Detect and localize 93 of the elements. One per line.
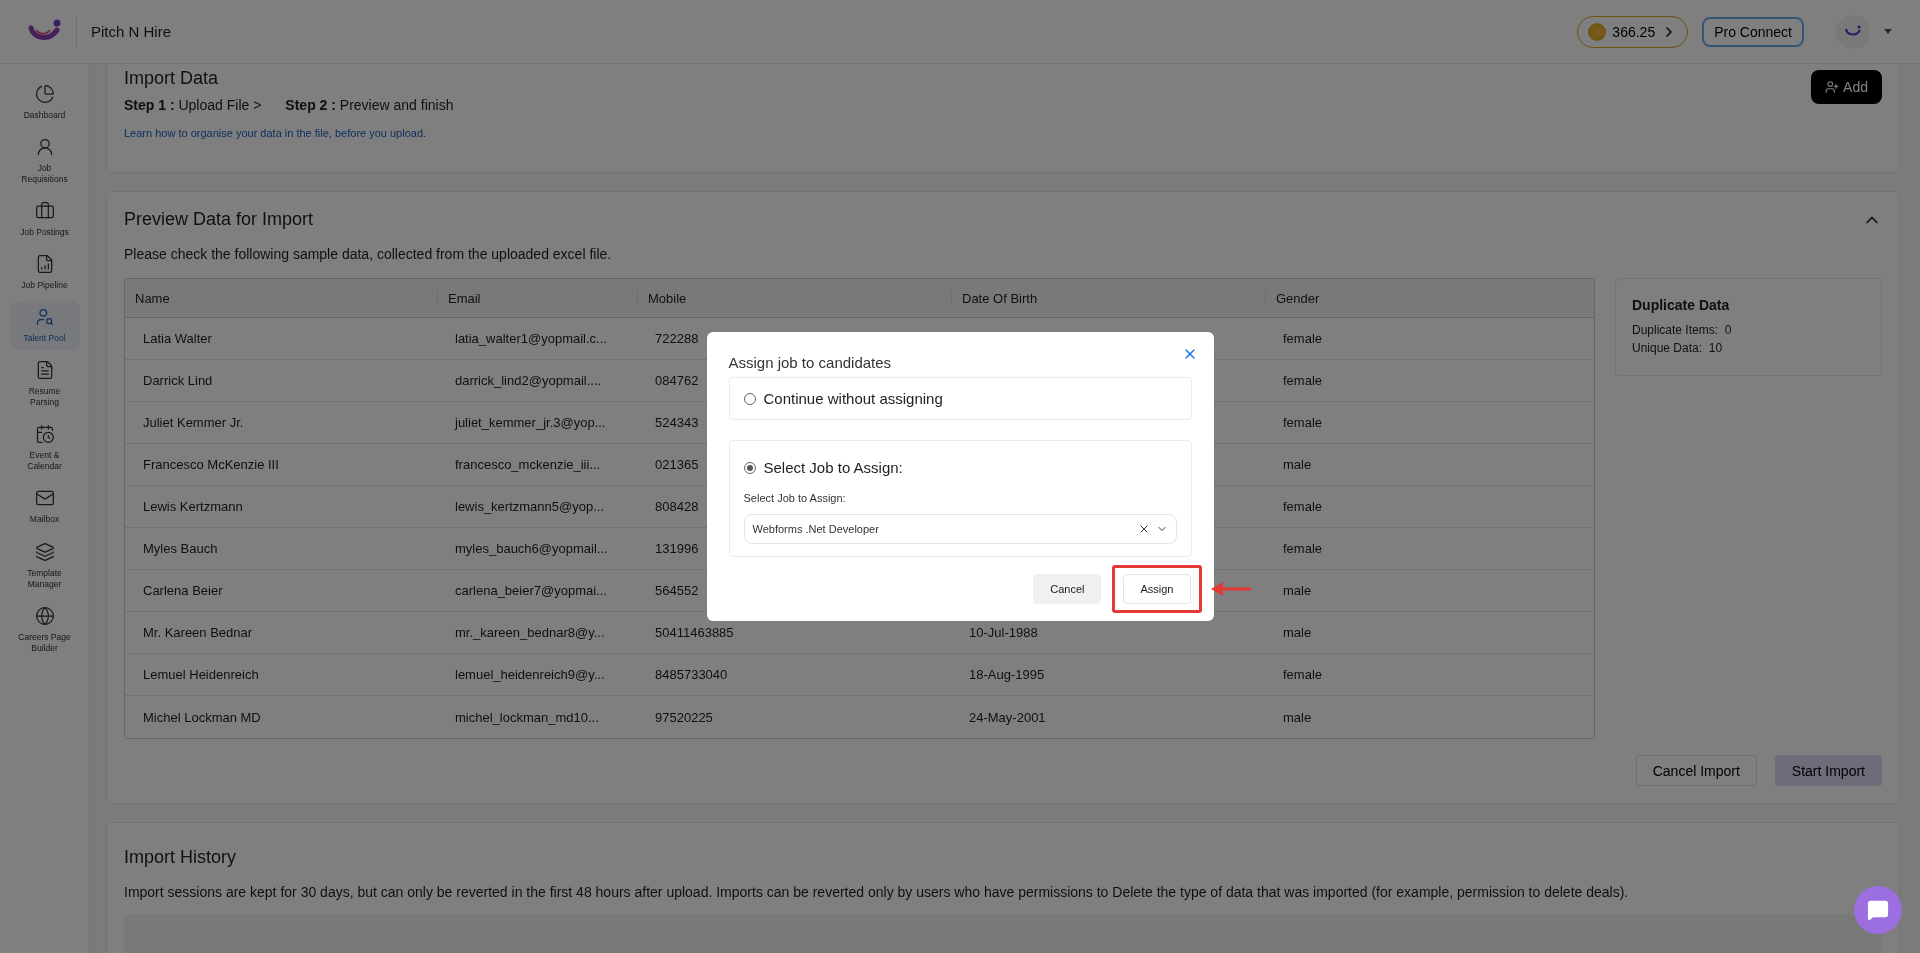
assign-button[interactable]: Assign	[1123, 574, 1191, 604]
table-cell: 50411463885	[655, 625, 734, 640]
sidebar-item[interactable]: Careers Page Builder	[9, 599, 80, 660]
table-cell: Latia Walter	[143, 331, 212, 346]
start-button[interactable]: Start Import	[1774, 755, 1882, 786]
table-cell: michel_lockman_md10...	[455, 709, 599, 725]
stat-line: Unique Data: 10	[1632, 340, 1724, 357]
description: Please check the following sample data, collected from the uploaded excel file.	[124, 246, 613, 262]
table-cell: Lemuel Heidenreich	[143, 667, 259, 682]
option-label: Select Job to Assign:	[763, 459, 903, 476]
table-cell: 021365	[655, 457, 699, 472]
table-cell: male	[1283, 625, 1312, 640]
table-cell: Myles Bauch	[143, 541, 218, 556]
table-cell: Francesco McKenzie III	[143, 457, 279, 472]
column-header: Date Of Birth	[951, 290, 1265, 306]
step-label: Step 1 : Upload File >	[124, 97, 262, 113]
step-label: Step 2 : Preview and finish	[285, 97, 454, 113]
table-cell: female	[1283, 667, 1323, 682]
table-cell: male	[1283, 583, 1312, 598]
table-cell: female	[1283, 499, 1323, 514]
table-cell: Michel Lockman MD	[143, 709, 261, 725]
user-search-icon	[34, 307, 55, 328]
table-cell: 8485733040	[655, 667, 728, 682]
avatar[interactable]	[1836, 14, 1870, 49]
add-button[interactable]: Add	[1811, 70, 1882, 104]
pro-connect-button[interactable]: Pro Connect	[1702, 16, 1804, 47]
sidebar-item[interactable]: Job Pipeline	[9, 248, 80, 298]
sidebar-item[interactable]: Mailbox	[9, 482, 80, 532]
table-cell: 722288	[655, 331, 699, 346]
sidebar-item[interactable]: Dashboard	[9, 78, 80, 128]
table-cell: Lewis Kertzmann	[143, 499, 243, 514]
globe-icon	[34, 605, 55, 626]
table-cell: 084762	[655, 373, 699, 388]
sidebar-item[interactable]: Resume Parsing	[9, 354, 80, 415]
column-header: Email	[437, 290, 637, 306]
column-header: Name	[134, 290, 171, 306]
table-cell: 808428	[655, 499, 699, 514]
table-cell: carlena_beier7@yopmai...	[455, 583, 607, 598]
table-cell: Juliet Kemmer Jr.	[143, 415, 244, 430]
sidebar-item[interactable]: Job Postings	[9, 195, 80, 245]
table-cell: lemuel_heidenreich9@y...	[455, 667, 605, 682]
table-cell: myles_bauch6@yopmail...	[455, 541, 608, 556]
table-cell: Carlena Beier	[143, 583, 223, 598]
help-link[interactable]: Learn how to organise your data in the file, before you upload.	[124, 127, 427, 139]
section-title: Preview Data for Import	[124, 209, 314, 230]
sidebar-item[interactable]: Event & Calendar	[9, 418, 80, 479]
sidebar-item[interactable]: Template Manager	[9, 535, 80, 596]
table-cell: juliet_kemmer_jr.3@yop...	[455, 415, 606, 430]
section-title: Import Data	[124, 68, 220, 89]
job-select[interactable]: Webforms .Net Developer	[743, 514, 1177, 544]
table-cell: female	[1283, 373, 1323, 388]
table-cell: female	[1283, 541, 1323, 556]
table-cell: Darrick Lind	[143, 373, 213, 388]
table-cell: lewis_kertzmann5@yop...	[455, 499, 605, 514]
table-cell: 24-May-2001	[969, 709, 1046, 725]
column-header: Gender	[1265, 290, 1594, 306]
table-cell: latia_walter1@yopmail.c...	[455, 331, 607, 346]
stat-line: Duplicate Items: 0	[1632, 322, 1733, 339]
credits-button[interactable]: 366.25	[1577, 15, 1689, 48]
table-cell: male	[1283, 457, 1312, 472]
chat-icon	[1867, 899, 1889, 921]
cancel-button[interactable]: Cancel Import	[1635, 755, 1757, 786]
arrow-icon	[1210, 582, 1251, 596]
user-plus-icon	[1825, 80, 1840, 94]
calendar-icon	[34, 424, 55, 445]
coin-icon	[1588, 22, 1607, 41]
table-cell: 97520225	[655, 709, 713, 725]
table-cell: 18-Aug-1995	[969, 667, 1045, 682]
layers-icon	[34, 541, 55, 562]
brand-name: Pitch N Hire	[76, 16, 172, 47]
field-label: Select Job to Assign:	[743, 492, 847, 504]
table-cell: female	[1283, 415, 1323, 430]
option-label: Continue without assigning	[763, 390, 943, 407]
section-title: Import History	[124, 847, 238, 868]
table-cell: darrick_lind2@yopmail....	[455, 373, 602, 388]
table-cell: mr._kareen_bednar8@y...	[455, 625, 605, 640]
pie-chart-icon	[34, 84, 55, 104]
table-cell: Mr. Kareen Bednar	[143, 625, 253, 640]
table-cell: 131996	[655, 541, 699, 556]
history-text: Import sessions are kept for 30 days, but can only be reverted in the first 48 hours after upload. Imports can be reverted only by users who have permissions to Delete the type of data that was imported (for example, permission to delete deals).	[124, 884, 1630, 900]
cancel-button[interactable]: Cancel	[1033, 574, 1102, 604]
table-cell: female	[1283, 331, 1323, 346]
sidebar-item[interactable]: Talent Pool	[9, 301, 80, 351]
table-cell: 564552	[655, 583, 699, 598]
table-cell: 524343	[655, 415, 699, 430]
sidebar-item[interactable]: Job Requisitions	[9, 131, 80, 192]
table-cell: 10-Jul-1988	[969, 625, 1038, 640]
dialog-title: Assign job to candidates	[728, 354, 893, 371]
table-cell: male	[1283, 709, 1312, 725]
dropdown-icon[interactable]	[1884, 29, 1892, 34]
table-cell: francesco_mckenzie_iii...	[455, 457, 601, 472]
card-title: Duplicate Data	[1632, 297, 1731, 313]
column-header: Mobile	[637, 290, 951, 306]
